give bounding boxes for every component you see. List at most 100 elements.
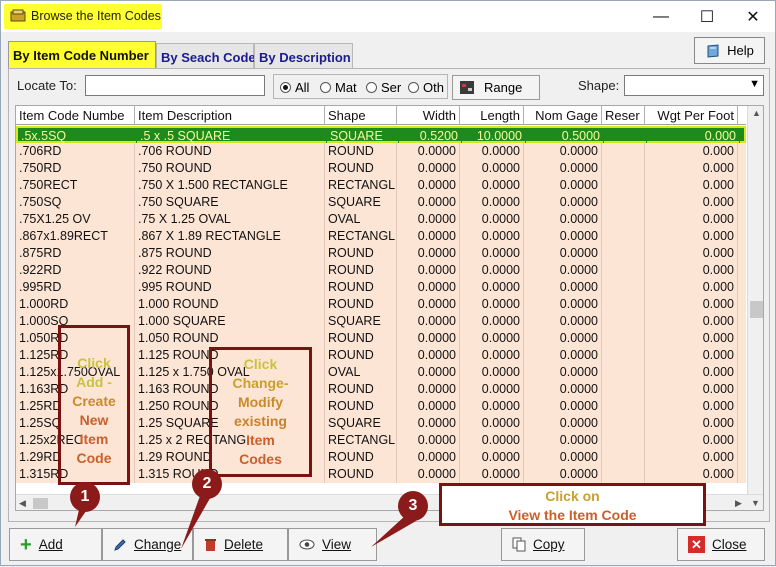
table-row-selected[interactable]: .5x.5SQ .5 x .5 SQUARE SQUARE 0.5200 10.0000… xyxy=(16,126,746,145)
col-header-shape[interactable]: Shape xyxy=(325,106,397,125)
cell-nom-gage: 0.0000 xyxy=(524,415,602,432)
cell-nom-gage: 0.0000 xyxy=(524,296,602,313)
locate-input[interactable] xyxy=(85,75,265,96)
cell-length: 0.0000 xyxy=(460,228,524,245)
radio-dot xyxy=(366,82,377,93)
col-header-length[interactable]: Length xyxy=(460,106,524,125)
tab-by-description[interactable]: By Description xyxy=(254,43,353,69)
callout-line: Modify xyxy=(237,394,284,410)
cell-nom-gage: 0.0000 xyxy=(524,466,602,483)
callout-line: Code xyxy=(76,450,112,466)
table-row[interactable]: .75X1.25 OV .75 X 1.25 OVAL OVAL 0.0000 0.00… xyxy=(16,211,746,228)
cell-reser xyxy=(602,279,645,296)
cell-length: 0.0000 xyxy=(460,177,524,194)
change-button[interactable]: Change xyxy=(102,528,193,561)
radio-all[interactable]: All xyxy=(280,80,309,95)
cell-shape: ROUND xyxy=(325,330,397,347)
view-callout: Click on View the Item Code xyxy=(439,483,706,526)
copy-button[interactable]: Copy xyxy=(501,528,585,561)
col-header-description[interactable]: Item Description xyxy=(135,106,325,125)
close-button[interactable]: ✕ Close xyxy=(677,528,765,561)
step-marker-2: 2 xyxy=(192,469,222,499)
table-row[interactable]: 1.000RD 1.000 ROUND ROUND 0.0000 0.0000 0.000… xyxy=(16,296,746,313)
cell-width: 0.0000 xyxy=(397,279,460,296)
vertical-scrollbar[interactable]: ▲ xyxy=(747,106,763,494)
close-label: Close xyxy=(712,537,747,552)
delete-button[interactable]: Delete xyxy=(193,528,288,561)
cell-shape: ROUND xyxy=(325,449,397,466)
cell-description: .750 ROUND xyxy=(135,160,325,177)
cell-shape: ROUND xyxy=(325,296,397,313)
help-label: Help xyxy=(727,43,754,58)
scroll-left-icon[interactable]: ◀ xyxy=(19,498,26,509)
cell-shape: ROUND xyxy=(325,347,397,364)
maximize-button[interactable]: ☐ xyxy=(684,1,730,32)
cell-length: 0.0000 xyxy=(460,432,524,449)
cell-wgt-per-foot: 0.000 xyxy=(645,160,738,177)
table-row[interactable]: .750RD .750 ROUND ROUND 0.0000 0.0000 0.0000 0… xyxy=(16,160,746,177)
cell-nom-gage: 0.0000 xyxy=(524,398,602,415)
cell-width: 0.0000 xyxy=(397,466,460,483)
cell-reser xyxy=(602,364,645,381)
scroll-up-icon[interactable]: ▲ xyxy=(752,108,761,118)
cell-length: 0.0000 xyxy=(460,364,524,381)
cell-wgt-per-foot: 0.000 xyxy=(645,296,738,313)
table-row[interactable]: .706RD .706 ROUND ROUND 0.0000 0.0000 0.0000 0… xyxy=(16,143,746,160)
cell-description: 1.000 ROUND xyxy=(135,296,325,313)
cell-shape: OVAL xyxy=(325,364,397,381)
col-header-item-code[interactable]: Item Code Numbe xyxy=(16,106,135,125)
tab-by-item-code-number[interactable]: By Item Code Number xyxy=(8,41,156,70)
close-window-button[interactable]: ✕ xyxy=(730,1,776,32)
tab-by-seach-code[interactable]: By Seach Code xyxy=(156,43,256,69)
table-row[interactable]: .750SQ .750 SQUARE SQUARE 0.0000 0.0000 0.000… xyxy=(16,194,746,211)
delete-label: Delete xyxy=(224,537,264,552)
step-marker-1: 1 xyxy=(70,482,100,512)
cell-wgt-per-foot: 0.000 xyxy=(645,177,738,194)
radio-oth[interactable]: Oth xyxy=(408,80,444,95)
cell-wgt-per-foot: 0.000 xyxy=(645,381,738,398)
minimize-button[interactable]: — xyxy=(638,1,684,32)
radio-label: All xyxy=(295,80,310,95)
callout-line: Click on xyxy=(545,488,600,504)
cell-length: 0.0000 xyxy=(460,347,524,364)
pencil-icon xyxy=(114,538,126,551)
add-button[interactable]: + Add xyxy=(9,528,102,561)
table-row[interactable]: .875RD .875 ROUND ROUND 0.0000 0.0000 0.0000 0… xyxy=(16,245,746,262)
range-label: Range xyxy=(484,80,523,95)
app-icon xyxy=(10,9,26,22)
cell-width: 0.0000 xyxy=(397,160,460,177)
scroll-right-icon[interactable]: ▶ xyxy=(735,498,742,509)
change-label: Change xyxy=(134,537,182,552)
view-button[interactable]: View xyxy=(288,528,377,561)
copy-icon xyxy=(512,537,526,552)
cell-shape: SQUARE xyxy=(325,415,397,432)
col-header-nom-gage[interactable]: Nom Gage xyxy=(524,106,602,125)
radio-label: Oth xyxy=(423,80,444,95)
help-button[interactable]: Help xyxy=(694,37,765,64)
table-row[interactable]: .750RECT .750 X 1.500 RECTANGLE RECTANGLE 0… xyxy=(16,177,746,194)
cell-description: .750 X 1.500 RECTANGLE xyxy=(135,177,325,194)
table-row[interactable]: .922RD .922 ROUND ROUND 0.0000 0.0000 0.0000 0… xyxy=(16,262,746,279)
cell-length: 0.0000 xyxy=(460,313,524,330)
col-header-reser[interactable]: Reser xyxy=(602,106,645,125)
horizontal-scroll-thumb[interactable] xyxy=(33,498,48,509)
cell-nom-gage: 0.0000 xyxy=(524,330,602,347)
scroll-down-icon[interactable]: ▼ xyxy=(751,498,760,508)
cell-description: .875 ROUND xyxy=(135,245,325,262)
cell-nom-gage: 0.0000 xyxy=(524,177,602,194)
range-button[interactable]: Range xyxy=(452,75,540,100)
cell-length: 0.0000 xyxy=(460,415,524,432)
radio-mat[interactable]: Mat xyxy=(320,80,357,95)
vertical-scroll-thumb[interactable] xyxy=(750,301,763,318)
table-row[interactable]: .867x1.89RECT .867 X 1.89 RECTANGLE RECTAN… xyxy=(16,228,746,245)
table-row[interactable]: .995RD .995 ROUND ROUND 0.0000 0.0000 0.0000 0… xyxy=(16,279,746,296)
cell-width: 0.0000 xyxy=(397,211,460,228)
shape-select[interactable]: ▼ xyxy=(624,75,764,96)
cell-wgt-per-foot: 0.000 xyxy=(645,449,738,466)
col-header-width[interactable]: Width xyxy=(397,106,460,125)
radio-ser[interactable]: Ser xyxy=(366,80,401,95)
col-header-wgt-per-foot[interactable]: Wgt Per Foot xyxy=(645,106,738,125)
cell-item-code: 1.000RD xyxy=(16,296,135,313)
view-label: View xyxy=(322,537,352,552)
eye-icon xyxy=(299,539,315,550)
